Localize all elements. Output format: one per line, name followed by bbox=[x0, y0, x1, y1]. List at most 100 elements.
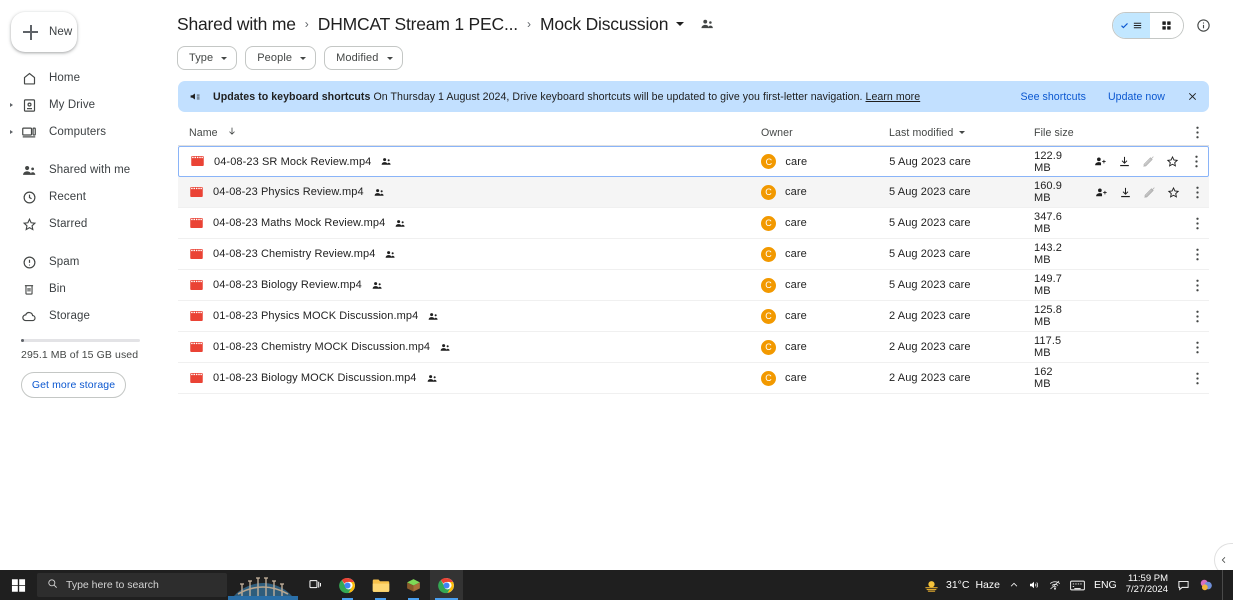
weather-widget-icon[interactable] bbox=[227, 570, 299, 600]
column-header-file-size[interactable]: File size bbox=[1034, 127, 1185, 139]
get-more-storage-button[interactable]: Get more storage bbox=[21, 372, 126, 398]
more-options-icon[interactable] bbox=[1184, 155, 1208, 168]
filter-chip-label: Modified bbox=[336, 52, 379, 64]
sidebar-item-spam[interactable]: Spam bbox=[0, 250, 165, 274]
tray-language[interactable]: ENG bbox=[1094, 579, 1117, 591]
file-name-cell[interactable]: 01-08-23 Chemistry MOCK Discussion.mp4 bbox=[178, 340, 761, 355]
sidebar-item-home[interactable]: Home bbox=[0, 66, 165, 90]
filter-chip-type[interactable]: Type bbox=[177, 46, 238, 70]
tray-app-icon[interactable] bbox=[1199, 578, 1213, 592]
edit-icon[interactable] bbox=[1142, 155, 1155, 168]
breadcrumb-item-shared-with-me[interactable]: Shared with me bbox=[177, 14, 296, 35]
more-options-icon[interactable] bbox=[1185, 341, 1209, 354]
table-row[interactable]: 04-08-23 SR Mock Review.mp4 Ccare 5 Aug 20… bbox=[178, 146, 1209, 177]
filter-chip-people[interactable]: People bbox=[245, 46, 317, 70]
sidebar-item-starred[interactable]: Starred bbox=[0, 212, 165, 236]
taskbar-app-minecraft[interactable] bbox=[397, 570, 430, 600]
taskbar-app-chrome[interactable] bbox=[331, 570, 364, 600]
more-options-icon[interactable] bbox=[1185, 217, 1209, 230]
more-options-icon[interactable] bbox=[1185, 186, 1209, 199]
row-actions bbox=[1063, 186, 1185, 199]
table-row[interactable]: 04-08-23 Physics Review.mp4 Ccare 5 Aug 20… bbox=[178, 177, 1209, 208]
chevron-down-icon bbox=[959, 131, 966, 134]
breadcrumb-item-folder[interactable]: DHMCAT Stream 1 PEC... bbox=[318, 14, 518, 35]
banner-learn-more-link[interactable]: Learn more bbox=[866, 91, 921, 103]
file-name-cell[interactable]: 04-08-23 SR Mock Review.mp4 bbox=[179, 154, 761, 169]
star-icon[interactable] bbox=[1167, 186, 1180, 199]
chevron-up-icon[interactable] bbox=[1009, 580, 1019, 590]
see-shortcuts-link[interactable]: See shortcuts bbox=[1021, 91, 1086, 103]
sidebar-item-recent[interactable]: Recent bbox=[0, 185, 165, 209]
sidebar-item-label: Home bbox=[49, 72, 81, 84]
file-name-cell[interactable]: 04-08-23 Physics Review.mp4 bbox=[178, 185, 761, 200]
grid-view-button[interactable] bbox=[1150, 13, 1183, 38]
table-row[interactable]: 04-08-23 Maths Mock Review.mp4 Ccare 5 Aug… bbox=[178, 208, 1209, 239]
table-row[interactable]: 04-08-23 Chemistry Review.mp4 Ccare 5 Aug … bbox=[178, 239, 1209, 270]
edit-icon[interactable] bbox=[1143, 186, 1156, 199]
owner-cell: Ccare bbox=[761, 277, 889, 293]
more-options-icon[interactable] bbox=[1185, 126, 1209, 139]
file-name-cell[interactable]: 01-08-23 Biology MOCK Discussion.mp4 bbox=[178, 371, 761, 386]
sidebar-item-storage[interactable]: Storage bbox=[0, 304, 165, 328]
sidebar-item-computers[interactable]: Computers bbox=[0, 120, 165, 144]
keyboard-icon[interactable] bbox=[1070, 580, 1085, 591]
table-row[interactable]: 01-08-23 Biology MOCK Discussion.mp4 Ccar… bbox=[178, 363, 1209, 394]
video-file-icon bbox=[189, 247, 204, 262]
column-header-name[interactable]: Name bbox=[178, 126, 761, 139]
taskbar-search-input[interactable]: Type here to search bbox=[37, 573, 227, 597]
file-name-cell[interactable]: 01-08-23 Physics MOCK Discussion.mp4 bbox=[178, 309, 761, 324]
show-desktop-button[interactable] bbox=[1222, 570, 1227, 600]
sidebar-item-bin[interactable]: Bin bbox=[0, 277, 165, 301]
more-options-icon[interactable] bbox=[1185, 372, 1209, 385]
breadcrumb-item-current[interactable]: Mock Discussion bbox=[540, 14, 668, 35]
share-icon[interactable] bbox=[1094, 155, 1107, 168]
avatar: C bbox=[761, 215, 776, 231]
file-name: 01-08-23 Chemistry MOCK Discussion.mp4 bbox=[213, 341, 431, 353]
sidebar-item-my-drive[interactable]: My Drive bbox=[0, 93, 165, 117]
download-icon[interactable] bbox=[1119, 186, 1132, 199]
table-row[interactable]: 01-08-23 Chemistry MOCK Discussion.mp4 Cc… bbox=[178, 332, 1209, 363]
more-options-icon[interactable] bbox=[1185, 310, 1209, 323]
new-button[interactable]: New bbox=[11, 12, 77, 52]
table-row[interactable]: 04-08-23 Biology Review.mp4 Ccare 5 Aug 20… bbox=[178, 270, 1209, 301]
column-header-owner[interactable]: Owner bbox=[761, 127, 889, 139]
download-icon[interactable] bbox=[1118, 155, 1131, 168]
expand-caret-icon[interactable] bbox=[10, 130, 13, 134]
tray-weather[interactable]: 31°C Haze bbox=[923, 578, 1000, 593]
column-header-last-modified[interactable]: Last modified bbox=[889, 127, 1034, 139]
expand-caret-icon[interactable] bbox=[10, 103, 13, 107]
share-icon[interactable] bbox=[1095, 186, 1108, 199]
close-icon[interactable] bbox=[1187, 91, 1198, 102]
task-view-icon[interactable] bbox=[299, 570, 331, 600]
update-now-link[interactable]: Update now bbox=[1108, 91, 1165, 103]
list-view-button[interactable] bbox=[1113, 13, 1150, 38]
windows-start-icon[interactable] bbox=[0, 570, 37, 600]
system-tray: 31°C Haze ENG 11:59 PM 7/27/2024 bbox=[923, 570, 1233, 600]
banner-body: On Thursday 1 August 2024, Drive keyboar… bbox=[373, 90, 863, 103]
computer-icon bbox=[21, 124, 37, 140]
table-body: 04-08-23 SR Mock Review.mp4 Ccare 5 Aug 20… bbox=[178, 146, 1209, 394]
more-options-icon[interactable] bbox=[1185, 248, 1209, 261]
chevron-down-icon[interactable] bbox=[676, 22, 685, 26]
taskbar-app-file-explorer[interactable] bbox=[364, 570, 397, 600]
taskbar-app-chrome-active[interactable] bbox=[430, 570, 463, 600]
people-shared-icon[interactable] bbox=[700, 17, 714, 31]
file-name-cell[interactable]: 04-08-23 Biology Review.mp4 bbox=[178, 278, 761, 293]
file-name-cell[interactable]: 04-08-23 Chemistry Review.mp4 bbox=[178, 247, 761, 262]
sidebar-item-label: Storage bbox=[49, 310, 90, 322]
volume-icon[interactable] bbox=[1028, 579, 1040, 591]
tray-clock[interactable]: 11:59 PM 7/27/2024 bbox=[1126, 573, 1168, 596]
sidebar-item-shared-with-me[interactable]: Shared with me bbox=[0, 158, 165, 182]
owner-name: care bbox=[785, 310, 807, 322]
table-row[interactable]: 01-08-23 Physics MOCK Discussion.mp4 Ccar… bbox=[178, 301, 1209, 332]
notification-icon[interactable] bbox=[1177, 579, 1190, 592]
video-file-icon bbox=[189, 340, 204, 355]
info-icon[interactable] bbox=[1196, 18, 1211, 33]
filter-chip-modified[interactable]: Modified bbox=[324, 46, 403, 70]
file-name: 01-08-23 Physics MOCK Discussion.mp4 bbox=[213, 310, 419, 322]
last-modified-cell: 5 Aug 2023 care bbox=[889, 248, 971, 260]
star-icon[interactable] bbox=[1166, 155, 1179, 168]
network-icon[interactable] bbox=[1049, 579, 1061, 591]
more-options-icon[interactable] bbox=[1185, 279, 1209, 292]
file-name-cell[interactable]: 04-08-23 Maths Mock Review.mp4 bbox=[178, 216, 761, 231]
